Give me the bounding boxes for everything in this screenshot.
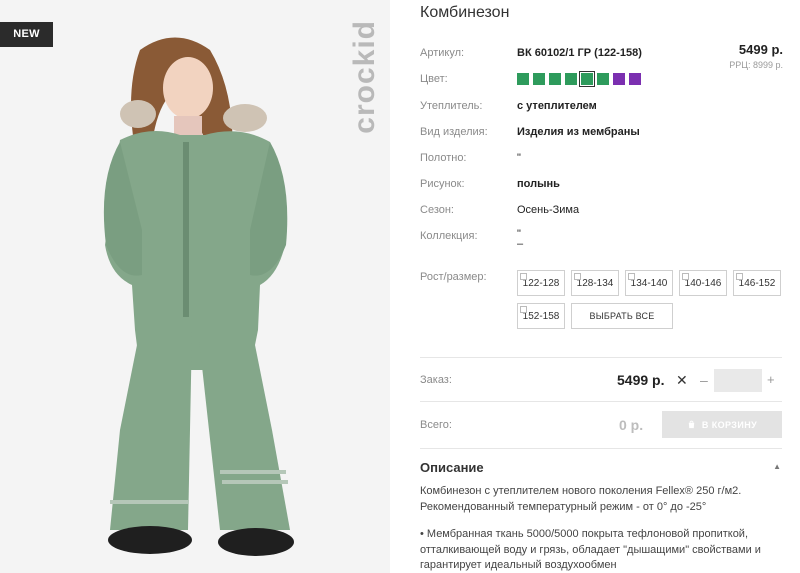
product-image bbox=[103, 37, 294, 556]
insulation-value: с утеплителем bbox=[517, 100, 597, 112]
size-label: 146-152 bbox=[738, 277, 776, 289]
new-badge: NEW bbox=[0, 22, 53, 47]
increase-qty-button[interactable]: + bbox=[767, 372, 775, 387]
season-value: Осень-Зима bbox=[517, 204, 580, 216]
add-to-cart-button[interactable]: В КОРЗИНУ bbox=[662, 411, 782, 438]
insulation-label: Утеплитель: bbox=[420, 100, 483, 112]
color-swatch[interactable] bbox=[549, 73, 561, 85]
description-title[interactable]: Описание bbox=[420, 460, 484, 475]
size-checkbox-icon bbox=[736, 273, 743, 280]
color-swatch[interactable] bbox=[613, 73, 625, 85]
color-swatches bbox=[517, 71, 641, 87]
decrease-qty-button[interactable]: – bbox=[700, 372, 708, 388]
size-checkbox-icon bbox=[520, 273, 527, 280]
total-label: Всего: bbox=[420, 419, 452, 431]
fabric-value: " bbox=[517, 152, 521, 164]
sizes-label: Рост/размер: bbox=[420, 271, 487, 283]
collapse-caret-icon[interactable]: ▲ bbox=[773, 462, 781, 471]
color-label: Цвет: bbox=[420, 73, 448, 85]
fabric-label: Полотно: bbox=[420, 152, 467, 164]
quantity-input[interactable] bbox=[714, 369, 762, 392]
select-all-sizes-button[interactable]: ВЫБРАТЬ ВСЕ bbox=[571, 303, 673, 329]
color-swatch[interactable] bbox=[517, 73, 529, 85]
color-swatch[interactable] bbox=[565, 73, 577, 85]
divider bbox=[420, 357, 782, 358]
description-paragraph: • Мембранная ткань 5000/5000 покрыта теф… bbox=[420, 528, 761, 571]
size-option[interactable]: 128-134 bbox=[571, 270, 619, 296]
size-label: 152-158 bbox=[522, 310, 560, 322]
divider bbox=[420, 401, 782, 402]
size-option[interactable]: 140-146 bbox=[679, 270, 727, 296]
size-checkbox-icon bbox=[520, 306, 527, 313]
product-photo[interactable]: NEW crockid bbox=[0, 0, 390, 573]
color-swatch[interactable] bbox=[533, 73, 545, 85]
size-label: 140-146 bbox=[684, 277, 722, 289]
cart-icon bbox=[688, 420, 695, 429]
item-type-label: Вид изделия: bbox=[420, 126, 488, 138]
article-value: ВК 60102/1 ГР (122-158) bbox=[517, 47, 642, 59]
color-swatch[interactable] bbox=[629, 73, 641, 85]
color-swatch[interactable] bbox=[579, 71, 595, 87]
size-option[interactable]: 134-140 bbox=[625, 270, 673, 296]
add-to-cart-label: В КОРЗИНУ bbox=[701, 419, 758, 430]
brand-logo: crockid bbox=[348, 20, 381, 134]
size-option[interactable]: 122-128 bbox=[517, 270, 565, 296]
total-value: 0 р. bbox=[619, 417, 644, 433]
product-title: Комбинезон bbox=[420, 4, 510, 21]
pattern-value: полынь bbox=[517, 178, 560, 190]
size-checkbox-icon bbox=[574, 273, 581, 280]
size-label: 122-128 bbox=[522, 277, 560, 289]
collection-extra: – bbox=[517, 238, 524, 250]
article-label: Артикул: bbox=[420, 47, 465, 59]
multiply-icon: ✕ bbox=[676, 372, 688, 388]
size-option[interactable]: 152-158 bbox=[517, 303, 565, 329]
size-checkbox-icon bbox=[682, 273, 689, 280]
order-price: 5499 р. bbox=[617, 372, 665, 388]
item-type-value: Изделия из мембраны bbox=[517, 126, 640, 138]
divider bbox=[420, 448, 782, 449]
order-label: Заказ: bbox=[420, 374, 452, 386]
color-swatch[interactable] bbox=[597, 73, 609, 85]
size-option[interactable]: 146-152 bbox=[733, 270, 781, 296]
size-checkbox-icon bbox=[628, 273, 635, 280]
size-label: 134-140 bbox=[630, 277, 668, 289]
product-info-panel: Комбинезон 5499 р. РРЦ: 8999 р. Артикул:… bbox=[420, 0, 785, 573]
size-options: 122-128 128-134 134-140 140-146 146-152 152-1… bbox=[517, 270, 785, 329]
size-label: 128-134 bbox=[576, 277, 614, 289]
pattern-label: Рисунок: bbox=[420, 178, 465, 190]
product-price: 5499 р. bbox=[738, 42, 783, 57]
collection-label: Коллекция: bbox=[420, 230, 478, 242]
rrp-price: РРЦ: 8999 р. bbox=[729, 60, 783, 70]
description-paragraph: Комбинезон с утеплителем нового поколени… bbox=[420, 485, 742, 513]
season-label: Сезон: bbox=[420, 204, 454, 216]
